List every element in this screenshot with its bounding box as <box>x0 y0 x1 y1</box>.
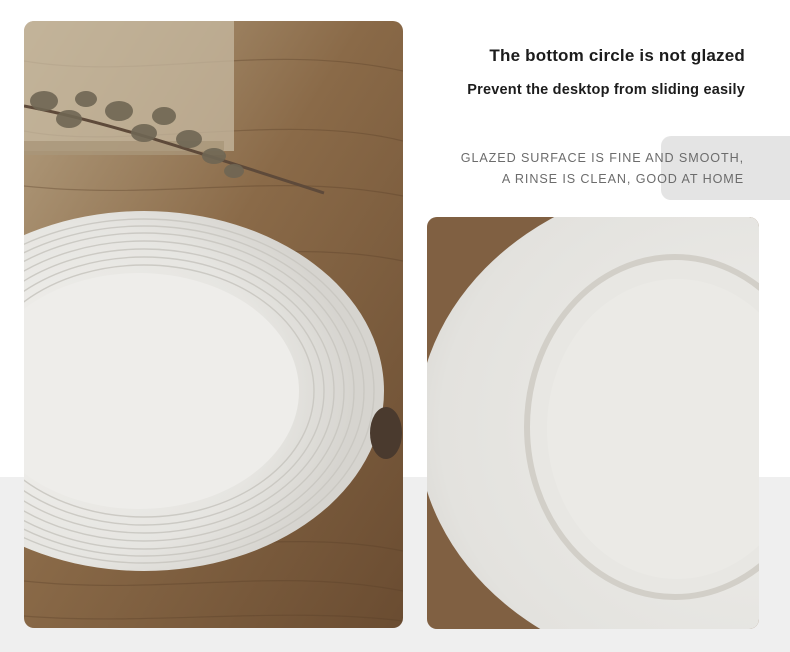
description-line-1: GLAZED SURFACE IS FINE AND SMOOTH, <box>460 151 744 165</box>
photo-plate-base-closeup <box>427 217 759 629</box>
photo-plate-on-wood <box>24 21 403 628</box>
description-text: GLAZED SURFACE IS FINE AND SMOOTH, A RIN… <box>461 148 744 190</box>
description-line-2: A RINSE IS CLEAN, GOOD AT HOME <box>501 172 744 186</box>
subheadline: Prevent the desktop from sliding easily <box>467 82 745 98</box>
headline: The bottom circle is not glazed <box>489 46 745 65</box>
